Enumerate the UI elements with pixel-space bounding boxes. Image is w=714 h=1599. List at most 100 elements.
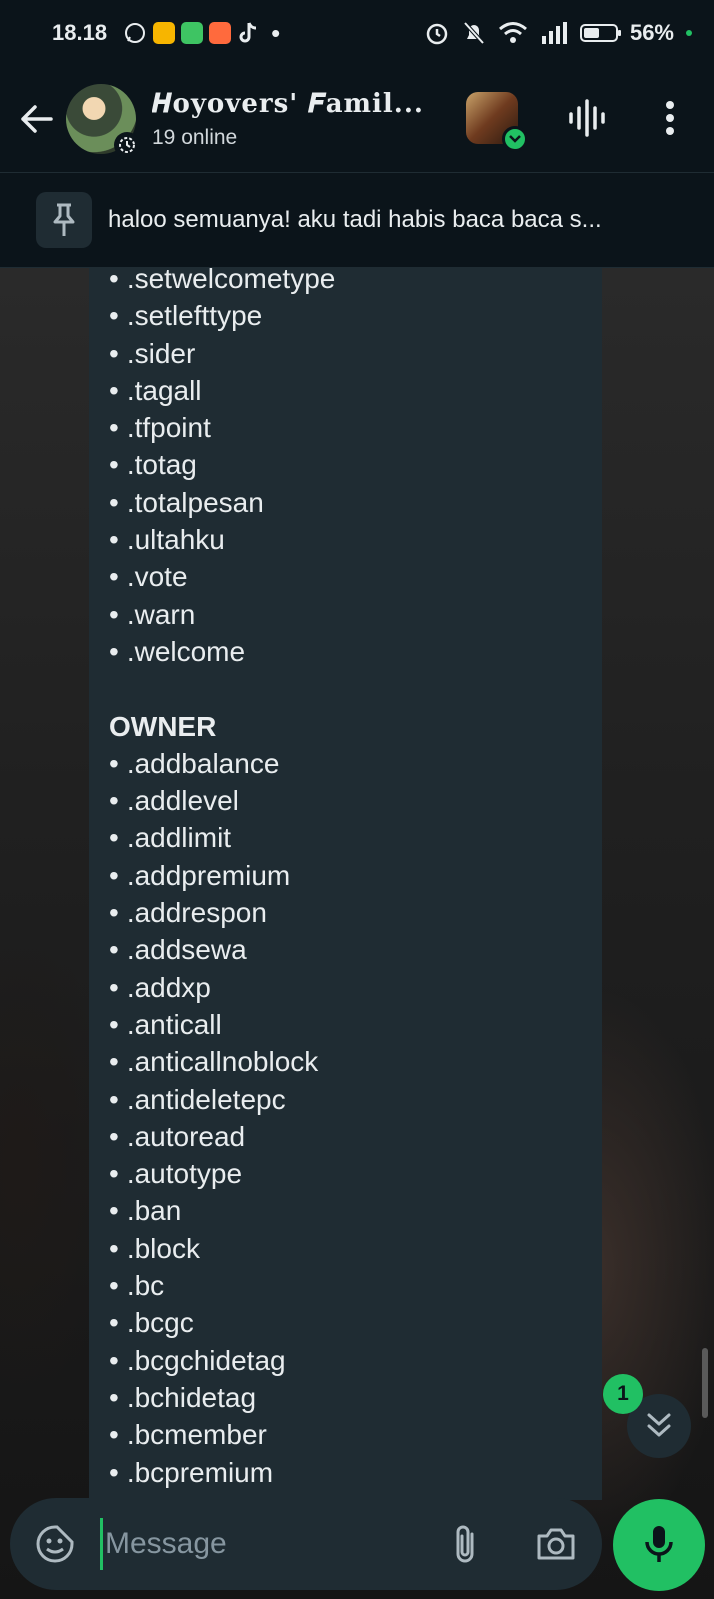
status-bar: 18.18 • 56%	[0, 0, 714, 66]
community-badge-icon	[114, 132, 140, 158]
command-text: .bcgc	[126, 1307, 194, 1339]
command-text: .anticall	[126, 1008, 222, 1040]
more-options-button[interactable]	[652, 90, 688, 146]
bullet: •	[109, 971, 119, 1003]
command-list: • .setwelcometype • .setlefttype • .sider • .ta…	[109, 268, 335, 1491]
bullet: •	[109, 1120, 119, 1152]
list-item: • .bcmember	[109, 1416, 335, 1453]
command-text: .addlevel	[126, 785, 239, 817]
command-text: .bchidetag	[126, 1381, 257, 1413]
bullet: •	[109, 1456, 119, 1488]
command-text: .warn	[126, 598, 196, 630]
message-bubble[interactable]: • .setwelcometype • .setlefttype • .sider • .ta…	[89, 268, 602, 1500]
chat-header: 𝑯oyovers' 𝑭amil... 19 online	[0, 66, 714, 172]
list-item: • .bcgchidetag	[109, 1342, 335, 1379]
scrollbar-thumb[interactable]	[702, 1348, 708, 1418]
alarm-icon	[426, 23, 448, 45]
list-item: • .welcome	[109, 633, 335, 670]
bullet: •	[109, 300, 119, 332]
bullet: •	[109, 822, 119, 854]
tiktok-icon	[239, 22, 257, 43]
community-thumbnail[interactable]	[466, 92, 528, 152]
bullet: •	[109, 1083, 119, 1115]
attach-button[interactable]	[440, 1516, 490, 1572]
status-time: 18.18	[52, 20, 108, 45]
microphone-icon	[645, 1526, 673, 1562]
chat-area[interactable]: • .setwelcometype • .setlefttype • .sider • .ta…	[0, 268, 714, 1599]
command-text: .addxp	[126, 971, 211, 1003]
command-text: .vote	[126, 561, 188, 593]
command-text: .addpremium	[126, 859, 291, 891]
camera-button[interactable]	[528, 1516, 584, 1572]
pinned-message-text: haloo semuanya! aku tadi habis baca baca…	[108, 206, 602, 233]
back-button[interactable]	[12, 89, 62, 149]
bullet: •	[109, 1195, 119, 1227]
list-item: • .tfpoint	[109, 409, 335, 446]
command-text: .block	[126, 1232, 200, 1264]
command-text: .tagall	[126, 374, 202, 406]
list-item: • .ultahku	[109, 521, 335, 558]
command-text: .addbalance	[126, 747, 280, 779]
pin-icon	[36, 192, 92, 248]
command-text: .addsewa	[126, 934, 247, 966]
bullet: •	[109, 1381, 119, 1413]
list-item: • .autotype	[109, 1155, 335, 1192]
command-text: .addlimit	[126, 822, 232, 854]
bullet: •	[109, 934, 119, 966]
chat-title-block[interactable]: 𝑯oyovers' 𝑭amil... 19 online	[152, 89, 452, 150]
group-avatar[interactable]	[66, 84, 140, 158]
list-item: • .anticall	[109, 1006, 335, 1043]
command-text: .autoread	[126, 1120, 246, 1152]
message-input[interactable]	[100, 1518, 427, 1570]
pinned-message-bar[interactable]: haloo semuanya! aku tadi habis baca baca…	[0, 172, 714, 268]
bullet: •	[109, 449, 119, 481]
audio-waveform-icon	[569, 99, 605, 137]
command-text: .welcome	[126, 635, 246, 667]
command-text: .addrespon	[126, 897, 267, 929]
list-item: • .tagall	[109, 372, 335, 409]
command-text: .totalpesan	[126, 486, 264, 518]
list-item: • .addrespon	[109, 894, 335, 931]
command-text: .bc	[126, 1270, 165, 1302]
charging-dot	[686, 30, 692, 36]
whatsapp-icon	[125, 23, 146, 43]
bullet: •	[109, 785, 119, 817]
command-text: .tfpoint	[126, 412, 211, 444]
command-text: .bcpremium	[126, 1456, 274, 1488]
list-item: • .setlefttype	[109, 297, 335, 334]
bullet: •	[109, 1046, 119, 1078]
bell-off-icon	[463, 21, 485, 45]
battery-icon	[579, 24, 621, 42]
list-item: • .addlevel	[109, 782, 335, 819]
online-count: 19 online	[152, 125, 238, 149]
list-item: • .block	[109, 1230, 335, 1267]
bullet: •	[109, 635, 119, 667]
more-vertical-icon	[666, 101, 674, 135]
bullet: •	[109, 859, 119, 891]
list-item: • .sider	[109, 335, 335, 372]
command-text: .bcmember	[126, 1419, 267, 1451]
list-item: • .ban	[109, 1192, 335, 1229]
list-item: • .addxp	[109, 969, 335, 1006]
voice-message-button[interactable]	[613, 1499, 705, 1591]
list-item: • .addlimit	[109, 819, 335, 856]
list-item: • .bcgc	[109, 1304, 335, 1341]
command-text: .setwelcometype	[126, 268, 336, 294]
bullet: •	[109, 1008, 119, 1040]
voice-chat-button[interactable]	[565, 90, 609, 146]
bullet: •	[109, 561, 119, 593]
unread-count-badge: 1	[603, 1374, 643, 1414]
bullet: •	[109, 1232, 119, 1264]
list-item: • .setwelcometype	[109, 268, 335, 297]
camera-icon	[537, 1528, 575, 1560]
message-composer	[10, 1498, 602, 1590]
list-item: • .autoread	[109, 1118, 335, 1155]
arrow-left-icon	[21, 105, 53, 133]
list-item: • .bc	[109, 1267, 335, 1304]
gallery-icon	[209, 22, 232, 44]
emoji-sticker-button[interactable]	[30, 1519, 80, 1569]
status-system-icons: 56%	[424, 20, 692, 46]
battery-percent: 56%	[629, 20, 674, 45]
command-text: .sider	[126, 337, 196, 369]
